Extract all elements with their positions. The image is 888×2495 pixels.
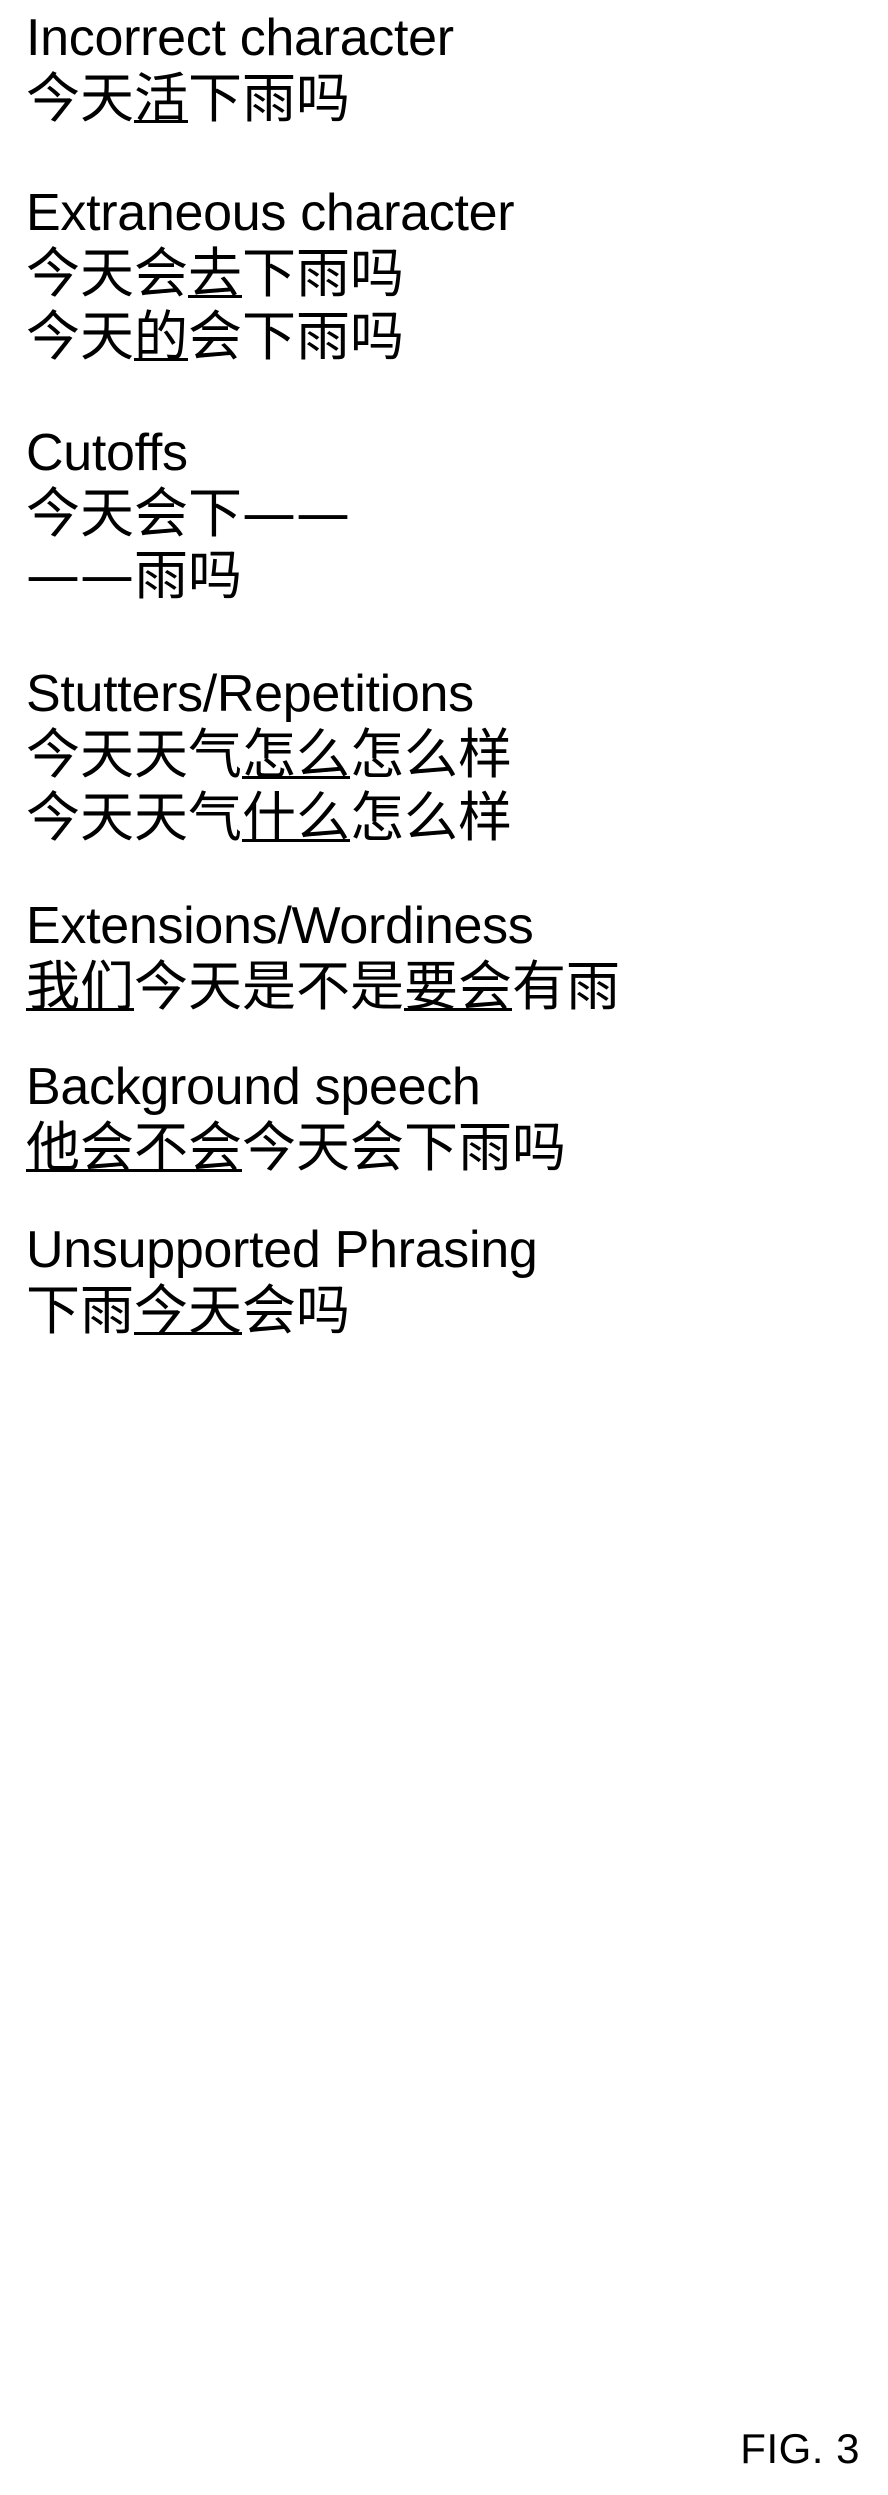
example-pre: 今天会下——	[26, 481, 350, 545]
section-heading: Stutters/Repetitions	[26, 665, 474, 724]
example-line: 今天会下——	[26, 481, 866, 546]
example-line: 他会不会今天会下雨吗	[26, 1115, 866, 1180]
example-pre: 今天天气	[26, 786, 242, 849]
example-pre: 今天	[26, 67, 134, 131]
example-post: 今天会下雨吗	[242, 1115, 566, 1179]
example-post: 怎么样	[350, 786, 512, 849]
example-underlined: 他会不会	[26, 1115, 242, 1179]
example-line: 今天活下雨吗	[26, 67, 866, 131]
section-extensions-wordiness: Extensions/Wordiness 我们今天是不是要会有雨	[26, 896, 866, 1019]
example-underlined: 去	[188, 242, 242, 306]
section-heading: Incorrect character	[26, 9, 454, 67]
section-background-speech: Background speech 他会不会今天会下雨吗	[26, 1057, 866, 1180]
section-stutters-repetitions: Stutters/Repetitions 今天天气怎么怎么样 今天天气什么怎么样	[26, 664, 866, 850]
example-underlined: 我们	[26, 954, 134, 1018]
example-post: 怎么样	[350, 723, 512, 787]
example-line: ——雨吗	[26, 545, 866, 608]
example-underlined: 的	[134, 304, 188, 368]
example-line: 今天的会下雨吗	[26, 304, 866, 369]
section-heading: Unsupported Phrasing	[26, 1220, 538, 1279]
section-heading: Cutoffs	[26, 423, 188, 482]
example-post: 下雨吗	[188, 67, 350, 131]
example-underlined: 什么	[242, 786, 350, 849]
example-post: 会下雨吗	[188, 304, 404, 368]
example-pre: 今天	[26, 304, 134, 368]
example-underlined-second: 要会	[404, 954, 512, 1018]
section-heading: Background speech	[26, 1057, 481, 1116]
figure-number-label: FIG. 3	[740, 2425, 860, 2472]
example-underlined: 今天	[134, 1278, 242, 1342]
example-post-second: 有雨	[512, 954, 620, 1018]
example-line: 今天会去下雨吗	[26, 242, 866, 306]
example-post: 下雨吗	[242, 242, 404, 306]
example-underlined: 怎么	[242, 723, 350, 787]
example-pre: 下雨	[26, 1278, 134, 1342]
example-pre: 今天会	[26, 242, 188, 306]
figure-sheet: Incorrect character 今天活下雨吗 Extraneous ch…	[0, 0, 888, 2495]
example-line: 今天天气怎么怎么样	[26, 724, 866, 787]
section-heading: Extraneous character	[26, 183, 515, 242]
example-pre: 今天天气	[26, 723, 242, 787]
section-unsupported-phrasing: Unsupported Phrasing 下雨今天会吗	[26, 1220, 866, 1343]
example-underlined: 活	[134, 67, 188, 131]
example-line: 今天天气什么怎么样	[26, 786, 866, 850]
figure-content: Incorrect character 今天活下雨吗 Extraneous ch…	[26, 8, 866, 1342]
section-cutoffs: Cutoffs 今天会下—— ——雨吗	[26, 423, 866, 609]
section-extraneous-character: Extraneous character 今天会去下雨吗 今天的会下雨吗	[26, 183, 866, 369]
section-incorrect-character: Incorrect character 今天活下雨吗	[26, 8, 866, 131]
example-post: 今天是不是	[134, 954, 404, 1018]
example-post: 会吗	[242, 1278, 350, 1342]
example-line: 我们今天是不是要会有雨	[26, 954, 866, 1019]
example-pre: ——雨吗	[26, 544, 242, 608]
example-line: 下雨今天会吗	[26, 1278, 866, 1343]
section-heading: Extensions/Wordiness	[26, 896, 534, 955]
